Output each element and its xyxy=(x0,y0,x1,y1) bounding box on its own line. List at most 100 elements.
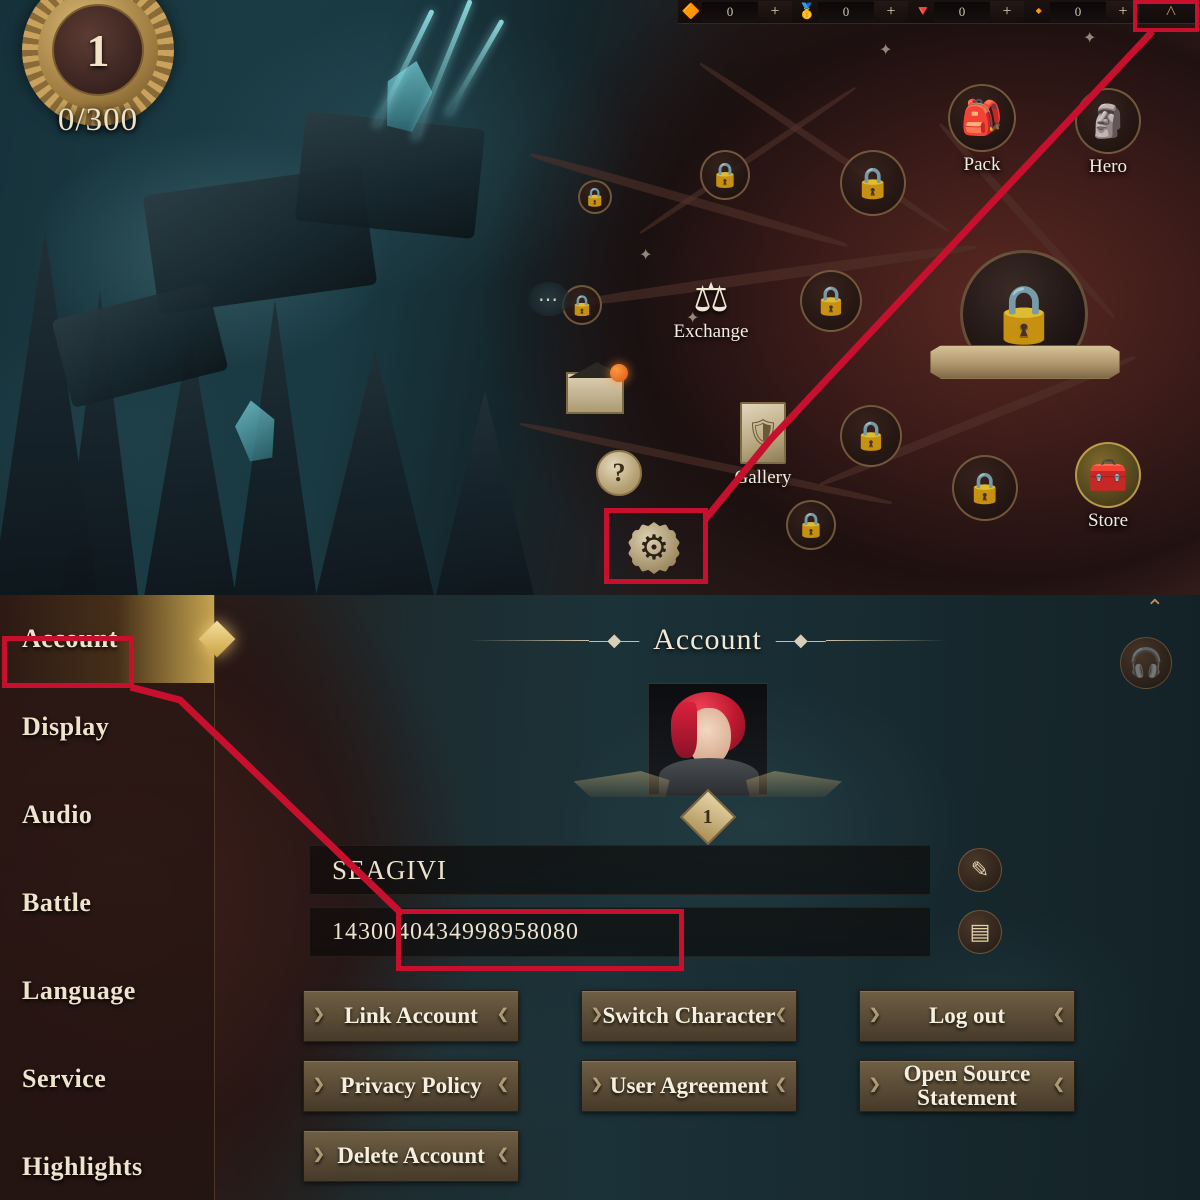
hero-icon: 🗿 xyxy=(1075,88,1141,154)
title-ornament-left: —◆— xyxy=(469,630,639,651)
padlock-icon: 🔒 xyxy=(583,186,607,207)
store-chest-icon: 🧰 xyxy=(1075,442,1141,508)
locked-node[interactable]: 🔒 xyxy=(840,150,906,216)
sidebar-item-label: Service xyxy=(22,1064,107,1093)
sidebar-item-highlights[interactable]: Highlights xyxy=(0,1123,214,1200)
quill-edit-icon[interactable]: ✎ xyxy=(958,848,1002,892)
panel-collapse-chevron-icon[interactable]: ⌃ xyxy=(1146,595,1164,621)
log-out-button[interactable]: Log out xyxy=(859,990,1075,1042)
sidebar-item-label: Audio xyxy=(22,800,93,829)
settings-sidebar: Account Display Audio Battle Language Se… xyxy=(0,595,215,1200)
padlock-icon: 🔒 xyxy=(854,166,892,200)
open-source-statement-button[interactable]: Open Source Statement xyxy=(859,1060,1075,1112)
backpack-glyph: 🎒 xyxy=(960,100,1004,137)
level-value: 1 xyxy=(52,4,144,96)
title-ornament-right: —◆— xyxy=(776,630,946,651)
resource-add-button[interactable]: + xyxy=(874,0,908,23)
help-button[interactable]: ? xyxy=(596,450,642,496)
level-xp-text: 0/300 xyxy=(57,102,139,138)
resource-value: 0 xyxy=(818,1,874,22)
page-title: Account xyxy=(653,623,762,656)
avatar-portrait xyxy=(647,683,768,795)
more-options-button[interactable]: ⋯ xyxy=(528,282,570,316)
privacy-policy-button[interactable]: Privacy Policy xyxy=(303,1060,519,1112)
locked-node[interactable]: 🔒 xyxy=(700,150,750,200)
sidebar-item-battle[interactable]: Battle xyxy=(0,859,214,947)
scroll-copy-icon[interactable]: ▤ xyxy=(958,910,1002,954)
resource-slot[interactable]: 🔸 0 + xyxy=(1026,0,1142,24)
resource-slot[interactable]: 🥇 0 + xyxy=(794,0,910,24)
locked-node[interactable]: 🔒 xyxy=(952,455,1018,521)
avatar-level-value: 1 xyxy=(702,805,713,828)
padlock-icon: 🔒 xyxy=(989,284,1059,346)
sparkle-decoration: ✦ xyxy=(639,247,653,264)
treasure-chest-glyph: 🧰 xyxy=(1088,457,1128,493)
padlock-icon: 🔒 xyxy=(966,471,1004,505)
headset-support-icon[interactable]: 🎧 xyxy=(1120,637,1172,689)
gold-coin-icon: 🥇 xyxy=(797,4,817,20)
padlock-icon: 🔒 xyxy=(813,286,849,317)
link-account-button[interactable]: Link Account xyxy=(303,990,519,1042)
sidebar-item-label: Highlights xyxy=(22,1152,143,1181)
locked-node[interactable]: 🔒 xyxy=(786,500,836,550)
delete-account-button[interactable]: Delete Account xyxy=(303,1130,519,1182)
account-id-field[interactable]: 1430040434998958080 xyxy=(310,907,930,957)
resource-add-button[interactable]: + xyxy=(1106,0,1140,23)
button-row: Link Account Switch Character Log out xyxy=(303,990,1183,1042)
resource-add-button[interactable]: + xyxy=(758,0,792,23)
username-field[interactable]: SEAGIVI xyxy=(310,845,930,895)
question-mark-icon: ? xyxy=(596,450,642,496)
menu-item-exchange[interactable]: ⚖ Exchange xyxy=(658,278,764,343)
collapse-chevron-icon[interactable]: ˄ xyxy=(1142,0,1200,24)
sidebar-item-label: Account xyxy=(22,624,118,653)
menu-item-label: Hero xyxy=(1089,156,1127,177)
sidebar-item-language[interactable]: Language xyxy=(0,947,214,1035)
sidebar-item-display[interactable]: Display xyxy=(0,683,214,771)
user-agreement-button[interactable]: User Agreement xyxy=(581,1060,797,1112)
menu-item-store[interactable]: 🧰 Store xyxy=(1070,442,1146,532)
menu-item-label: Store xyxy=(1087,510,1129,531)
resource-slot[interactable]: 🔻 0 + xyxy=(910,0,1026,24)
sidebar-item-label: Battle xyxy=(22,888,92,917)
red-shard-icon: 🔻 xyxy=(913,4,933,20)
account-content: ⌃ —◆— Account —◆— 1 SEAGIVI ✎ 1430040434… xyxy=(215,595,1200,1200)
menu-item-label: Exchange xyxy=(673,321,749,342)
resource-bar: 🔶 0 + 🥇 0 + 🔻 0 + 🔸 0 + ˄ xyxy=(678,0,1200,24)
switch-character-button[interactable]: Switch Character xyxy=(581,990,797,1042)
game-main-menu-panel: 1 0/300 🔶 0 + 🥇 0 + 🔻 0 + 🔸 0 + ˄ 🔒 🔒 🔒 … xyxy=(0,0,1200,595)
username-row: SEAGIVI ✎ xyxy=(215,845,1200,895)
resource-value: 0 xyxy=(934,1,990,22)
sidebar-item-audio[interactable]: Audio xyxy=(0,771,214,859)
sidebar-item-service[interactable]: Service xyxy=(0,1035,214,1123)
padlock-icon: 🔒 xyxy=(853,421,889,452)
resource-slot[interactable]: 🔶 0 + xyxy=(678,0,794,24)
menu-item-gallery[interactable]: 🛡 Gallery xyxy=(708,402,818,489)
resource-value: 0 xyxy=(1050,1,1106,22)
helmet-glyph: 🗿 xyxy=(1088,103,1128,139)
locked-node[interactable]: 🔒 xyxy=(800,270,862,332)
locked-node[interactable]: 🔒 xyxy=(578,180,612,214)
settings-account-panel: Account Display Audio Battle Language Se… xyxy=(0,595,1200,1200)
resource-add-button[interactable]: + xyxy=(990,0,1024,23)
player-level-badge[interactable]: 1 0/300 xyxy=(8,0,188,152)
sidebar-item-label: Language xyxy=(22,976,136,1005)
sparkle-decoration: ✦ xyxy=(686,310,700,327)
menu-item-hero[interactable]: 🗿 Hero xyxy=(1072,88,1144,178)
avatar[interactable]: 1 xyxy=(573,683,768,846)
locked-node[interactable]: 🔒 xyxy=(840,405,902,467)
yellow-crystal-icon: 🔸 xyxy=(1029,4,1049,20)
account-id-row: 1430040434998958080 ▤ xyxy=(215,907,1200,957)
sidebar-item-label: Display xyxy=(22,712,110,741)
sidebar-item-account[interactable]: Account xyxy=(0,595,214,683)
avatar-level-diamond: 1 xyxy=(679,788,736,846)
button-row: Delete Account xyxy=(303,1130,1183,1182)
sparkle-decoration: ✦ xyxy=(1083,30,1097,47)
gallery-card-icon: 🛡 xyxy=(740,402,786,464)
menu-item-pack[interactable]: 🎒 Pack xyxy=(946,84,1018,176)
menu-item-label: Pack xyxy=(963,154,1001,175)
mail-icon[interactable] xyxy=(566,362,628,414)
featured-node-banner xyxy=(930,345,1120,379)
padlock-icon: 🔒 xyxy=(796,512,826,539)
settings-button[interactable]: ⚙ xyxy=(628,522,684,574)
avatar-hair-strand xyxy=(670,702,697,758)
